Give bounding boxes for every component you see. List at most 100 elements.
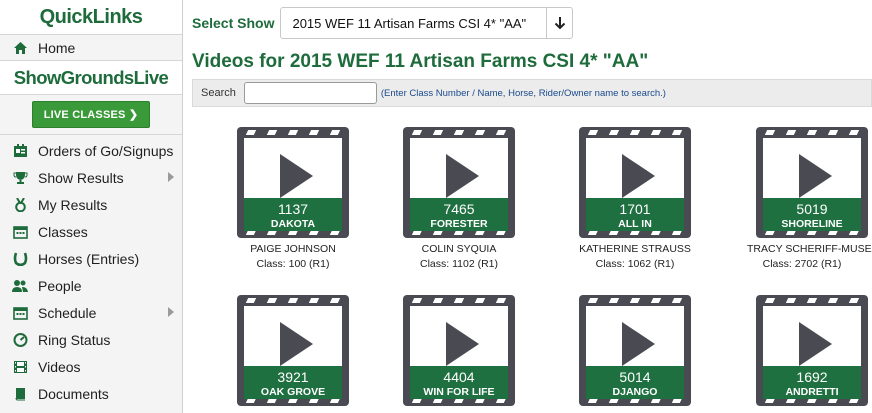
rider-name: PAIGE JOHNSON <box>250 243 336 255</box>
video-band: 1701 ALL IN <box>586 198 684 231</box>
sidebar-item-label: Show Results <box>38 169 124 186</box>
live-classes-label: LIVE CLASSES <box>43 109 126 121</box>
horse-name: SHORELINE <box>781 218 843 230</box>
entry-number: 3921 <box>277 369 309 385</box>
calendar-icon <box>12 305 28 321</box>
entry-number: 5014 <box>619 369 651 385</box>
play-icon <box>280 154 313 198</box>
video-card[interactable]: 1137 DAKOTA PAIGE JOHNSON Class: 100 (R1… <box>218 127 368 270</box>
search-input[interactable] <box>243 82 377 104</box>
video-band: 4404 WIN FOR LIFE <box>410 366 508 399</box>
quicklinks-title: QuickLinks <box>0 0 182 35</box>
class-info: Class: 100 (R1) <box>256 258 330 270</box>
sidebar-item-label: Schedule <box>38 304 97 321</box>
video-thumbnail[interactable]: 7465 FORESTER <box>403 127 515 238</box>
sidebar-item-label: Documents <box>38 385 109 402</box>
play-icon <box>799 322 832 366</box>
trophy-icon <box>12 170 28 186</box>
video-band: 7465 FORESTER <box>410 198 508 231</box>
video-thumbnail[interactable]: 3921 OAK GROVE <box>237 295 349 406</box>
show-select[interactable]: 2015 WEF 11 Artisan Farms CSI 4* "AA" <box>280 7 574 39</box>
video-card[interactable]: 5019 SHORELINE TRACY SCHERIFF-MUSER Clas… <box>732 127 872 270</box>
play-icon <box>622 154 655 198</box>
sidebar-item-schedule[interactable]: Schedule <box>0 299 182 326</box>
sidebar-item-ring-status[interactable]: Ring Status <box>0 326 182 353</box>
video-thumbnail[interactable]: 1137 DAKOTA <box>237 127 349 238</box>
play-icon <box>799 154 832 198</box>
horse-name: FORESTER <box>430 218 488 230</box>
sidebar-item-horses[interactable]: Horses (Entries) <box>0 245 182 272</box>
sidebar-item-label: Ring Status <box>38 331 111 348</box>
sidebar-item-label: Classes <box>38 223 88 240</box>
main-content: Select Show 2015 WEF 11 Artisan Farms CS… <box>183 0 872 413</box>
video-card[interactable]: 3921 OAK GROVE <box>218 295 368 406</box>
live-classes-button[interactable]: LIVE CLASSES ❯ <box>31 101 151 128</box>
submenu-arrow-icon <box>168 172 174 182</box>
video-band: 3921 OAK GROVE <box>244 366 342 399</box>
entry-number: 1137 <box>277 201 309 217</box>
sidebar-item-show-results[interactable]: Show Results <box>0 164 182 191</box>
sidebar: QuickLinks Home ShowGroundsLive LIVE CLA… <box>0 0 183 413</box>
chevron-right-icon: ❯ <box>128 109 139 121</box>
horse-name: DJANGO <box>612 386 658 398</box>
video-thumbnail[interactable]: 1692 ANDRETTI <box>756 295 868 406</box>
page-title: Videos for 2015 WEF 11 Artisan Farms CSI… <box>192 51 649 72</box>
rider-name: KATHERINE STRAUSS <box>579 243 691 255</box>
play-icon <box>280 322 313 366</box>
sidebar-item-label: People <box>38 277 82 294</box>
sidebar-item-people[interactable]: People <box>0 272 182 299</box>
sidebar-item-orders-of-go[interactable]: Orders of Go/Signups <box>0 137 182 164</box>
class-info: Class: 2702 (R1) <box>762 258 842 270</box>
search-label: Search <box>201 87 236 99</box>
class-info: Class: 1102 (R1) <box>419 258 498 270</box>
video-card[interactable]: 7465 FORESTER COLIN SYQUIA Class: 1102 (… <box>384 127 534 270</box>
film-icon <box>12 359 28 375</box>
horse-name: WIN FOR LIFE <box>423 386 495 398</box>
sidebar-item-documents[interactable]: Documents <box>0 380 182 407</box>
select-show-label: Select Show <box>192 15 275 31</box>
sidebar-item-label: Horses (Entries) <box>38 250 140 267</box>
search-bar: Search (Enter Class Number / Name, Horse… <box>192 79 872 107</box>
horse-name: ANDRETTI <box>785 386 839 398</box>
horse-name: ALL IN <box>618 218 652 230</box>
play-icon <box>622 322 655 366</box>
video-card[interactable]: 1692 ANDRETTI <box>732 295 872 406</box>
showgroundslive-logo: ShowGroundsLive <box>0 61 182 95</box>
rider-name: TRACY SCHERIFF-MUSER <box>747 243 872 255</box>
show-select-value: 2015 WEF 11 Artisan Farms CSI 4* "AA" <box>292 15 527 31</box>
video-thumbnail[interactable]: 4404 WIN FOR LIFE <box>403 295 515 406</box>
users-icon <box>12 278 28 294</box>
video-band: 5019 SHORELINE <box>763 198 861 231</box>
show-selector: Select Show 2015 WEF 11 Artisan Farms CS… <box>192 7 574 39</box>
class-info: Class: 1062 (R1) <box>595 258 675 270</box>
search-hint: (Enter Class Number / Name, Horse, Rider… <box>380 87 666 99</box>
video-card[interactable]: 4404 WIN FOR LIFE <box>384 295 534 406</box>
video-thumbnail[interactable]: 1701 ALL IN <box>579 127 691 238</box>
sidebar-item-label: My Results <box>38 196 108 213</box>
entry-number: 1692 <box>796 369 828 385</box>
sidebar-item-home[interactable]: Home <box>0 35 182 61</box>
rider-name: COLIN SYQUIA <box>421 243 497 255</box>
video-thumbnail[interactable]: 5014 DJANGO <box>579 295 691 406</box>
calendar-icon <box>12 224 28 240</box>
horseshoe-icon <box>12 251 28 267</box>
dashboard-icon <box>12 332 28 348</box>
arrow-down-icon[interactable] <box>546 8 572 38</box>
sidebar-item-classes[interactable]: Classes <box>0 218 182 245</box>
video-card[interactable]: 5014 DJANGO <box>560 295 710 406</box>
sidebar-menu: Orders of Go/Signups Show Results My Res… <box>0 135 182 407</box>
book-icon <box>12 386 28 402</box>
home-icon <box>12 40 28 56</box>
video-band: 1137 DAKOTA <box>244 198 342 231</box>
video-thumbnail[interactable]: 5019 SHORELINE <box>756 127 868 238</box>
sidebar-item-label: Videos <box>38 358 81 375</box>
video-card[interactable]: 1701 ALL IN KATHERINE STRAUSS Class: 106… <box>560 127 710 270</box>
sidebar-item-label: Orders of Go/Signups <box>38 142 174 159</box>
horse-name: OAK GROVE <box>260 386 326 398</box>
sidebar-item-videos[interactable]: Videos <box>0 353 182 380</box>
entry-number: 5019 <box>796 201 828 217</box>
play-icon <box>446 154 479 198</box>
play-icon <box>446 322 479 366</box>
video-band: 1692 ANDRETTI <box>763 366 861 399</box>
sidebar-item-my-results[interactable]: My Results <box>0 191 182 218</box>
